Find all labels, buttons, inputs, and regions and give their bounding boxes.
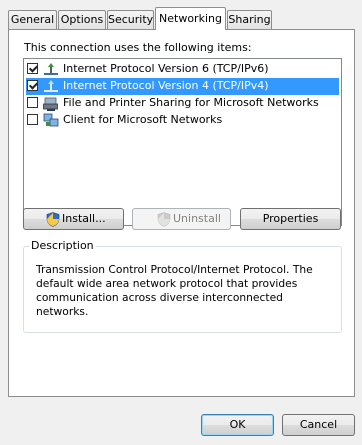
tab-security[interactable]: Security [107, 10, 154, 29]
networking-panel: This connection uses the following items… [8, 29, 355, 397]
install-button[interactable]: Install... [23, 208, 124, 230]
item-label: File and Printer Sharing for Microsoft N… [63, 96, 319, 109]
description-group: Description Transmission Control Protoco… [23, 239, 342, 333]
cancel-button[interactable]: Cancel [282, 414, 355, 436]
description-legend: Description [29, 239, 96, 252]
protocol-icon [44, 80, 58, 92]
connection-items-label: This connection uses the following items… [24, 41, 252, 54]
properties-button[interactable]: Properties [240, 208, 341, 230]
protocol-icon [44, 63, 58, 75]
tab-general[interactable]: General [8, 10, 57, 29]
ok-button[interactable]: OK [201, 414, 274, 436]
item-checkbox[interactable] [27, 97, 38, 108]
uac-shield-icon [157, 212, 171, 227]
list-item[interactable]: Client for Microsoft Networks [26, 112, 339, 129]
tab-options[interactable]: Options [58, 10, 106, 29]
item-checkbox[interactable] [27, 114, 38, 125]
item-checkbox[interactable] [27, 63, 38, 74]
network-client-icon [43, 113, 59, 127]
item-label: Internet Protocol Version 4 (TCP/IPv4) [63, 79, 269, 92]
list-item[interactable]: Internet Protocol Version 6 (TCP/IPv6) [26, 61, 339, 78]
uninstall-button[interactable]: Uninstall [132, 208, 231, 230]
item-label: Internet Protocol Version 6 (TCP/IPv6) [63, 62, 269, 75]
item-label: Client for Microsoft Networks [63, 113, 223, 126]
uac-shield-icon [46, 212, 60, 227]
file-printer-sharing-icon [43, 97, 58, 111]
list-item[interactable]: File and Printer Sharing for Microsoft N… [26, 95, 339, 112]
description-text: Transmission Control Protocol/Internet P… [36, 263, 313, 318]
tab-networking[interactable]: Networking [155, 7, 226, 30]
list-item[interactable]: Internet Protocol Version 4 (TCP/IPv4) [26, 78, 339, 95]
item-checkbox[interactable] [27, 80, 38, 91]
uninstall-button-label: Uninstall [173, 212, 221, 225]
install-button-label: Install... [62, 212, 106, 225]
tab-sharing[interactable]: Sharing [227, 10, 272, 29]
connection-items-list[interactable]: Internet Protocol Version 6 (TCP/IPv6) I… [23, 58, 342, 226]
